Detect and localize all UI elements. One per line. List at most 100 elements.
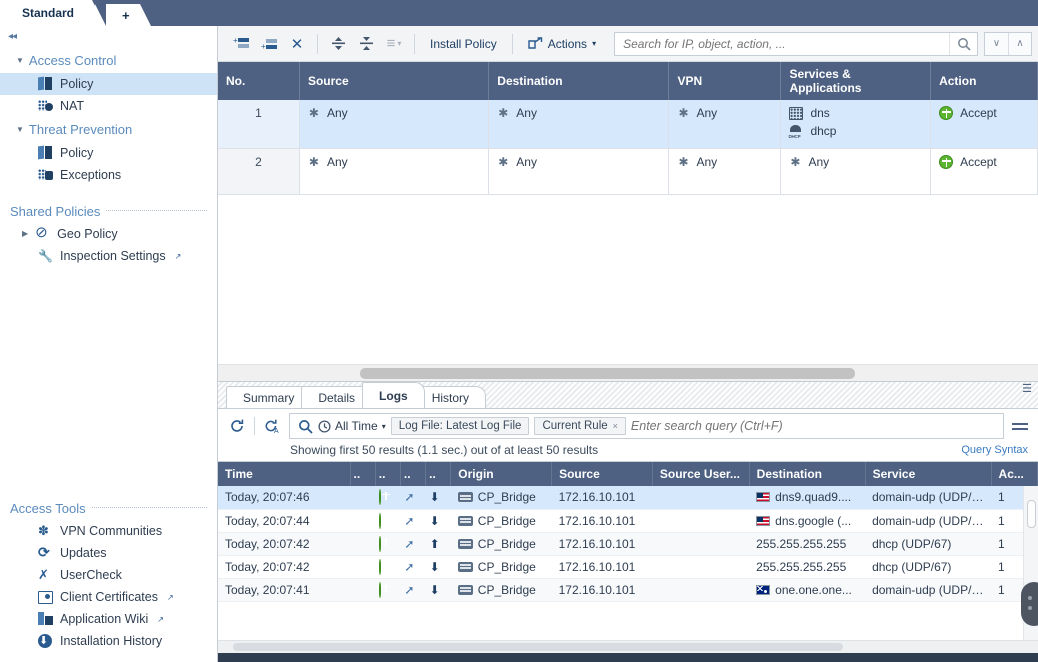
log-query-bar[interactable]: All Time ▾ Log File: Latest Log File Cur… [289, 413, 1004, 439]
panel-expand-button[interactable]: ☰ [1022, 384, 1032, 395]
log-destination-cell: one.one.one... [749, 578, 866, 602]
nav-group-threat-prevention[interactable]: ▼ Threat Prevention [0, 117, 217, 142]
tab-standard[interactable]: Standard [0, 0, 106, 26]
rule-vpn-cell[interactable]: ✱ Any [668, 100, 782, 149]
sidebar-collapse-button[interactable]: ◂◂ [0, 30, 217, 48]
search-prev-button[interactable]: ∨ [985, 33, 1008, 55]
column-header-source[interactable]: Source [551, 462, 653, 486]
table-row[interactable]: 2 ✱ Any ✱ Any ✱ Any ✱ Any Accept [218, 148, 1038, 195]
search-next-button[interactable]: ∧ [1008, 32, 1031, 55]
chip-current-rule[interactable]: Current Rule × [534, 417, 626, 435]
log-origin: CP_Bridge [477, 490, 536, 505]
scrollbar-thumb[interactable] [360, 367, 855, 379]
close-icon[interactable]: × [613, 421, 618, 431]
chevron-down-icon: ▼ [16, 55, 24, 65]
tab-history[interactable]: History [414, 386, 487, 408]
column-header-source[interactable]: Source [299, 62, 490, 100]
rule-action-cell[interactable]: Accept [930, 100, 1038, 149]
table-row[interactable]: Today, 20:07:46 ➚ ⬇ CP_Bridge 172.16.10.… [218, 486, 1038, 510]
tab-logs[interactable]: Logs [362, 382, 425, 408]
download-arrow-icon: ⬇ [429, 559, 440, 574]
sidebar-item-exceptions[interactable]: Exceptions [0, 164, 217, 186]
column-header-icon-2[interactable]: .. [375, 462, 401, 486]
rule-action-cell[interactable]: Accept [930, 148, 1038, 195]
column-header-destination[interactable]: Destination [488, 62, 670, 100]
column-header-icon-3[interactable]: .. [400, 462, 427, 486]
wrench-icon [38, 249, 53, 263]
query-syntax-link[interactable]: Query Syntax [961, 444, 1028, 456]
upload-arrow-icon: ⬆ [429, 536, 440, 551]
column-header-action[interactable]: Ac... [991, 462, 1038, 486]
sidebar-item-threat-policy[interactable]: Policy [0, 142, 217, 164]
column-header-action[interactable]: Action [930, 62, 1038, 100]
logs-status-row: Showing first 50 results (1.1 sec.) out … [218, 443, 1038, 461]
sidebar-item-application-wiki[interactable]: Application Wiki ↗ [0, 608, 217, 630]
sidebar-item-installation-history[interactable]: Installation History [0, 630, 217, 652]
search-button[interactable] [949, 32, 977, 55]
rules-horizontal-scrollbar[interactable] [218, 364, 1038, 381]
search-input[interactable] [615, 32, 949, 55]
divider [91, 506, 207, 508]
sidebar-item-updates[interactable]: Updates [0, 542, 217, 564]
list-options-button[interactable]: ≡ ▾ [381, 31, 407, 57]
rule-destination-cell[interactable]: ✱ Any [488, 100, 670, 149]
table-row[interactable]: 1 ✱ Any ✱ Any ✱ Any dns DHCP dhcp Accept [218, 100, 1038, 149]
sidebar-item-vpn-communities[interactable]: VPN Communities [0, 520, 217, 542]
install-policy-button[interactable]: Install Policy [422, 31, 505, 57]
rule-vpn-cell[interactable]: ✱ Any [668, 148, 782, 195]
sidebar-item-inspection-settings[interactable]: Inspection Settings ↗ [0, 245, 217, 267]
table-row[interactable]: Today, 20:07:42 ➚ ⬇ CP_Bridge 172.16.10.… [218, 555, 1038, 579]
logs-menu-button[interactable] [1010, 422, 1030, 430]
column-header-time[interactable]: Time [218, 462, 351, 486]
column-header-destination[interactable]: Destination [749, 462, 866, 486]
collapse-all-button[interactable] [353, 31, 379, 57]
external-link-icon: ↗ [174, 251, 182, 261]
log-search-input[interactable] [630, 419, 998, 433]
tab-summary[interactable]: Summary [226, 386, 312, 408]
rule-source-cell[interactable]: ✱ Any [299, 100, 490, 149]
table-row[interactable]: Today, 20:07:42 ➚ ⬆ CP_Bridge 172.16.10.… [218, 532, 1038, 556]
edge-handle[interactable] [1021, 582, 1038, 626]
scrollbar-thumb[interactable] [1026, 500, 1036, 528]
new-tab-button[interactable]: + [95, 4, 151, 26]
sidebar-item-usercheck[interactable]: UserCheck [0, 564, 217, 586]
table-row[interactable]: Today, 20:07:41 ➚ ⬇ CP_Bridge 172.16.10.… [218, 578, 1038, 602]
download-arrow-icon: ⬇ [429, 582, 440, 597]
column-header-service[interactable]: Service [865, 462, 992, 486]
auto-refresh-button[interactable]: A [261, 415, 283, 437]
svg-text:+: + [261, 42, 266, 51]
column-header-services[interactable]: Services & Applications [780, 62, 932, 100]
add-rule-below-button[interactable]: + [256, 31, 282, 57]
time-filter-dropdown[interactable]: All Time ▾ [318, 419, 386, 433]
chip-log-file[interactable]: Log File: Latest Log File [390, 417, 530, 435]
rule-destination-cell[interactable]: ✱ Any [488, 148, 670, 195]
column-header-icon-4[interactable]: .. [425, 462, 452, 486]
sidebar-item-nat[interactable]: NAT [0, 95, 217, 117]
refresh-button[interactable] [226, 415, 248, 437]
add-rule-above-button[interactable]: + [228, 31, 254, 57]
column-header-no[interactable]: No. [218, 62, 300, 100]
expand-all-button[interactable] [325, 31, 351, 57]
actions-menu-button[interactable]: Actions ▾ [520, 31, 604, 57]
rule-source-cell[interactable]: ✱ Any [299, 148, 490, 195]
column-header-origin[interactable]: Origin [450, 462, 553, 486]
connection-icon: ➚ [404, 513, 415, 528]
rules-header-row: No. Source Destination VPN Services & Ap… [218, 62, 1038, 100]
scrollbar-thumb[interactable] [233, 643, 843, 651]
rule-services-cell[interactable]: ✱ Any [780, 148, 932, 195]
table-row[interactable]: Today, 20:07:44 ➚ ⬇ CP_Bridge 172.16.10.… [218, 509, 1038, 533]
log-origin: CP_Bridge [477, 582, 536, 597]
column-header-source-user[interactable]: Source User... [652, 462, 750, 486]
sidebar-item-access-policy-label: Policy [60, 77, 94, 91]
navigation-sidebar: ◂◂ ▼ Access Control Policy NAT ▼ Threat … [0, 26, 218, 662]
sidebar-item-client-certificates[interactable]: Client Certificates ↗ [0, 586, 217, 608]
logs-horizontal-scrollbar[interactable] [218, 640, 1038, 653]
delete-rule-button[interactable]: ✕ [284, 31, 310, 57]
column-header-icon-1[interactable]: .. [350, 462, 376, 486]
nav-group-access-control[interactable]: ▼ Access Control [0, 48, 217, 73]
policy-search-box[interactable] [614, 31, 978, 56]
rule-services-cell[interactable]: dns dhcp [780, 100, 932, 149]
sidebar-item-access-policy[interactable]: Policy [0, 73, 217, 95]
column-header-vpn[interactable]: VPN [668, 62, 782, 100]
sidebar-item-geo-policy[interactable]: ▶ Geo Policy [0, 223, 217, 245]
